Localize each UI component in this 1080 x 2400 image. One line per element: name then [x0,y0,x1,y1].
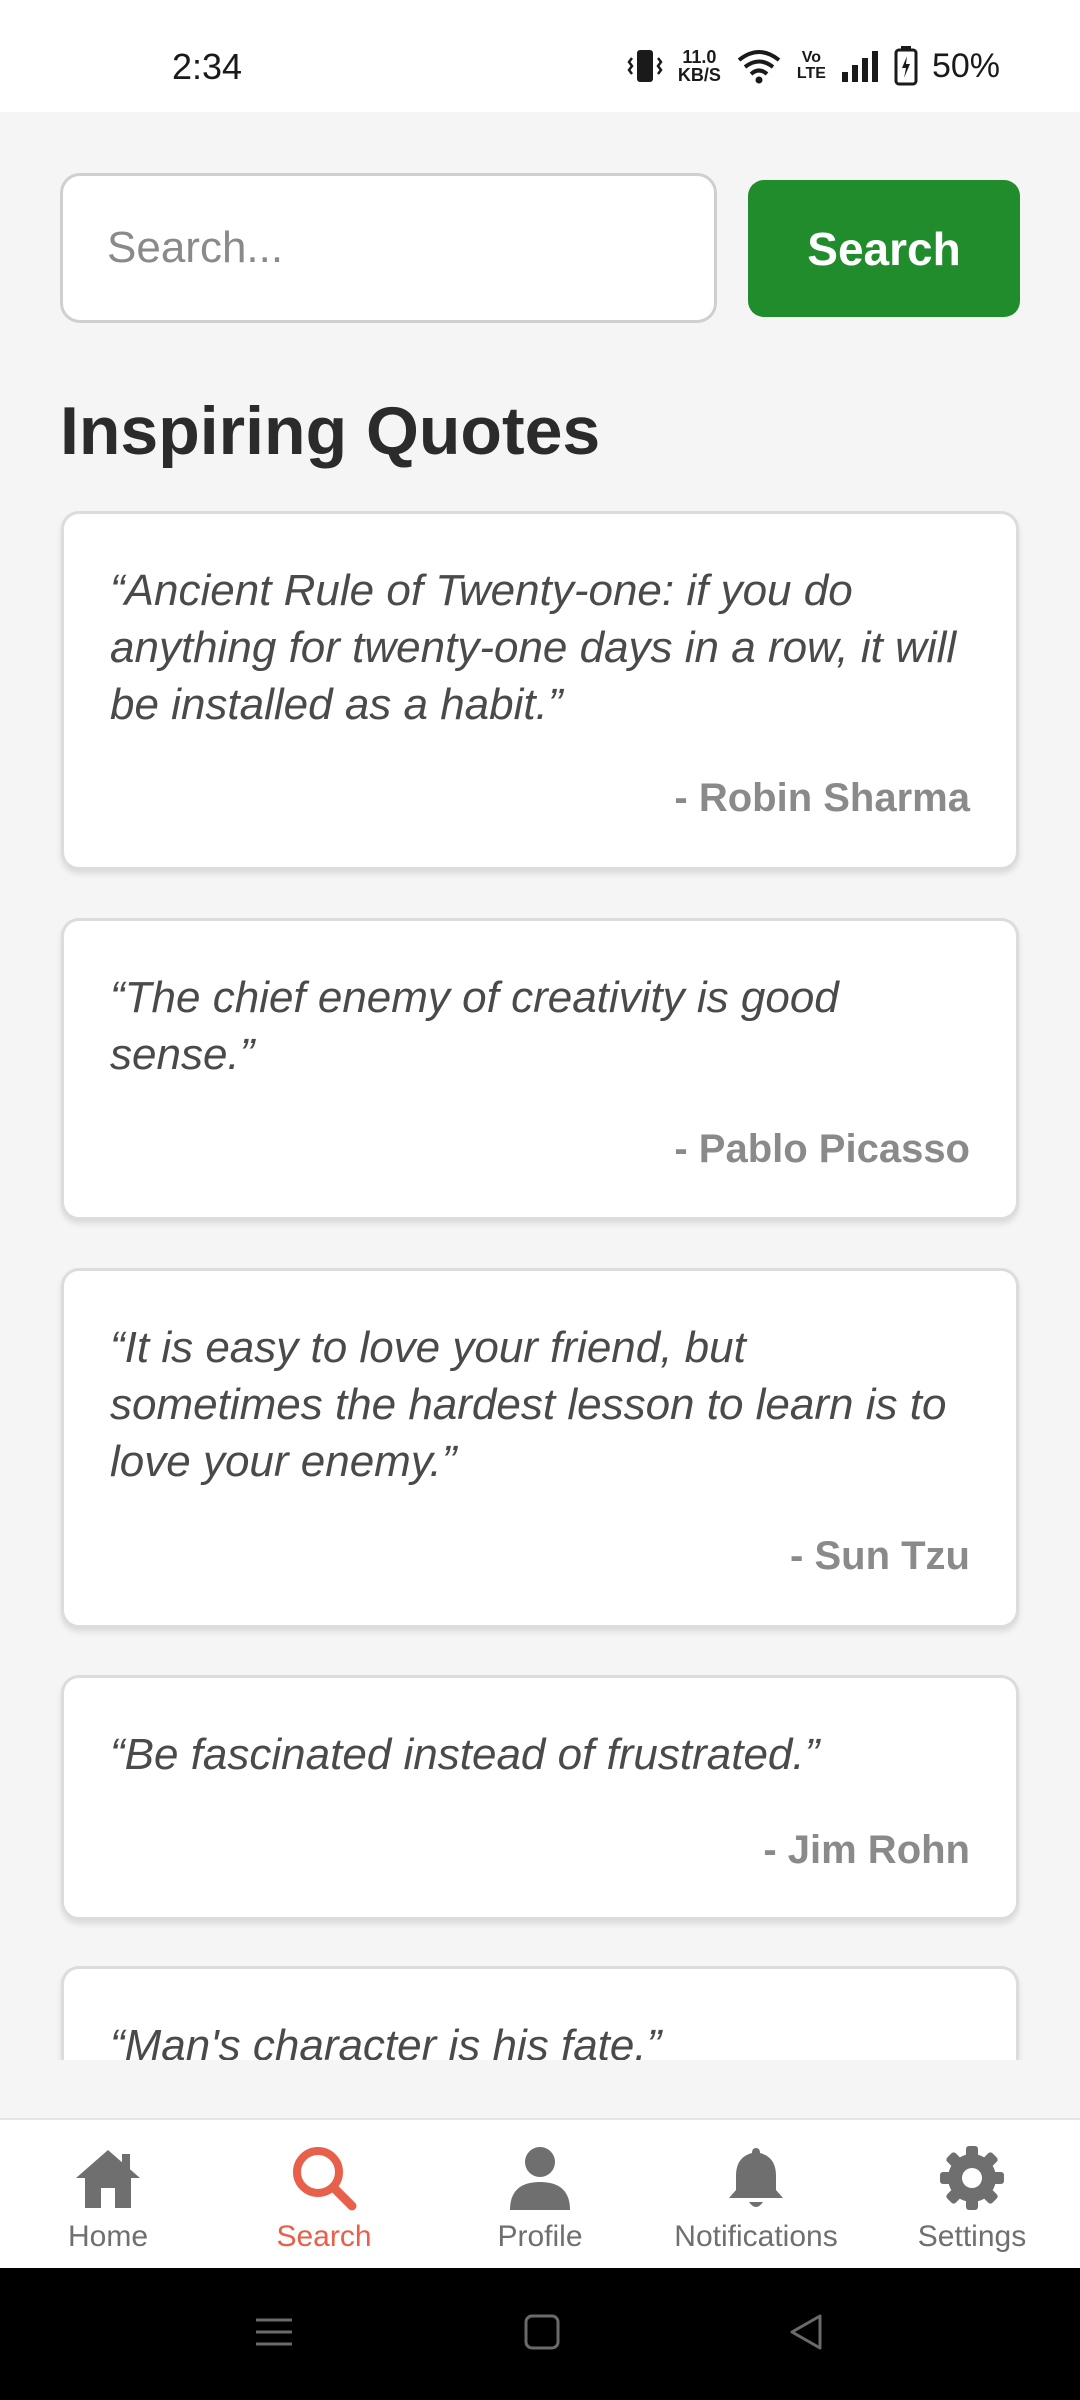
search-row: Search [60,173,1020,323]
nav-notifications[interactable]: Notifications [648,2120,864,2270]
status-bar: 2:34 11.0 KB/S Vo LTE 50% [0,0,1080,112]
status-time: 2:34 [172,46,243,87]
wifi-icon [735,48,783,84]
bottom-navigation: Home Search Profile Notifications Settin… [0,2118,1080,2268]
back-icon[interactable] [786,2312,826,2352]
nav-settings-label: Settings [917,2220,1027,2253]
quote-author: - Sun Tzu [790,1534,970,1578]
status-icons: 11.0 KB/S Vo LTE 50% [626,46,1000,86]
gear-icon [940,2146,1004,2210]
volte-bottom: LTE [796,65,826,82]
person-icon [510,2147,570,2210]
nav-profile-label: Profile [497,2220,583,2253]
volte-top: Vo [801,49,822,66]
quote-text: “It is easy to love your friend, but som… [110,1323,947,1486]
nav-home[interactable]: Home [0,2120,216,2270]
search-icon [293,2147,357,2211]
quote-author: - Pablo Picasso [674,1127,970,1171]
battery-icon [894,46,918,86]
quote-text: “Ancient Rule of Twenty-one: if you do a… [110,566,957,729]
quote-text: “The chief enemy of creativity is good s… [110,973,839,1079]
quote-author: - Robin Sharma [674,776,970,820]
quote-text: “Be fascinated instead of frustrated.” [110,1730,820,1779]
nav-search[interactable]: Search [216,2120,432,2270]
nav-search-label: Search [276,2220,372,2253]
home-icon [76,2150,140,2208]
quote-card: “It is easy to love your friend, but som… [61,1268,1019,1628]
network-speed-value: 11.0 [682,47,717,67]
system-navigation-bar [0,2268,1080,2400]
search-button[interactable]: Search [748,180,1020,317]
quote-text: “Man's character is his fate.” [110,2021,662,2060]
nav-notifications-label: Notifications [674,2220,838,2253]
quote-card: “Man's character is his fate.” [61,1966,1019,2060]
nav-settings[interactable]: Settings [864,2120,1080,2270]
nav-profile[interactable]: Profile [432,2120,648,2270]
menu-icon[interactable] [254,2312,294,2352]
network-speed-unit: KB/S [677,65,721,85]
quote-card: “The chief enemy of creativity is good s… [61,918,1019,1220]
network-speed: 11.0 KB/S [678,48,721,84]
vibrate-icon [626,48,664,84]
home-button-icon[interactable] [522,2312,562,2352]
bell-icon [729,2148,783,2207]
quote-author: - Jim Rohn [763,1828,970,1872]
search-input[interactable] [60,173,717,323]
page-title: Inspiring Quotes [60,393,601,469]
quote-card: “Be fascinated instead of frustrated.” -… [61,1675,1019,1920]
quote-card: “Ancient Rule of Twenty-one: if you do a… [61,511,1019,870]
nav-home-label: Home [67,2220,149,2253]
signal-icon [840,50,880,82]
battery-percentage: 50% [931,46,1000,85]
volte-indicator: Vo LTE [797,50,826,82]
quotes-list[interactable]: “Ancient Rule of Twenty-one: if you do a… [0,500,1080,2060]
